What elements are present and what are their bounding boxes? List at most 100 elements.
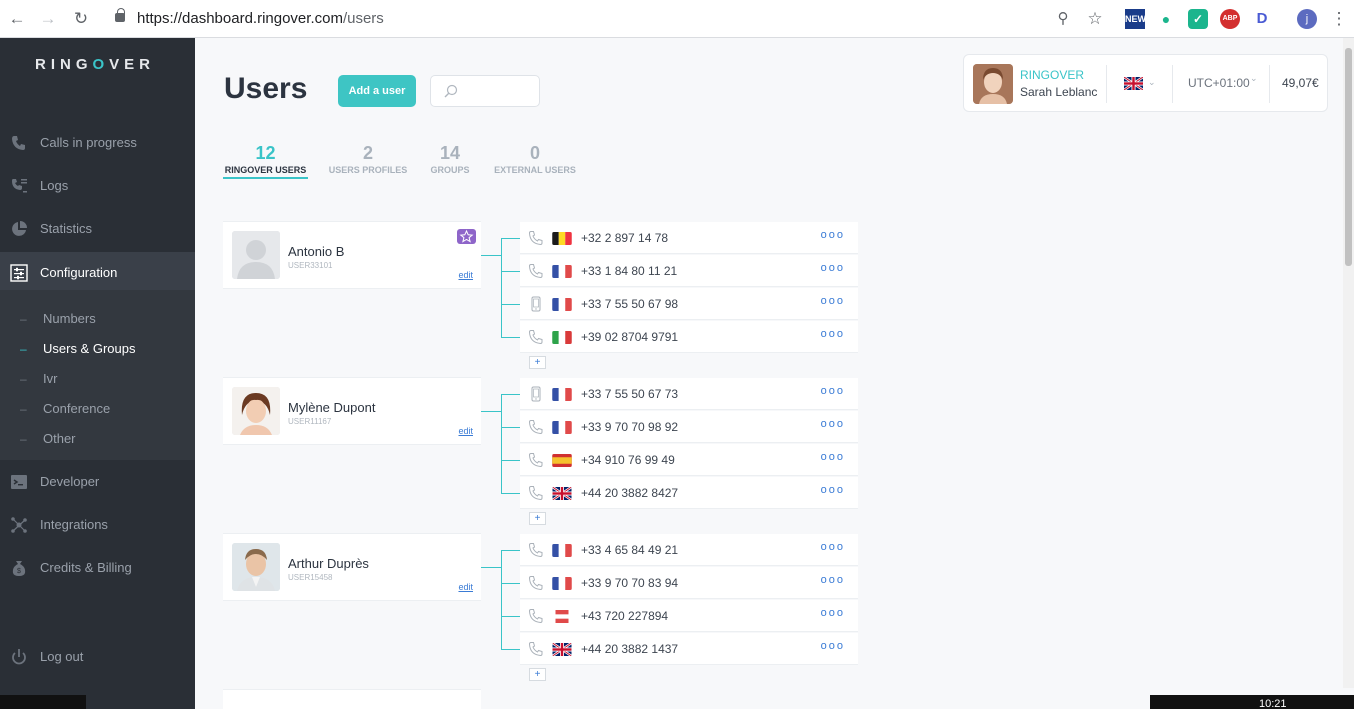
back-icon[interactable]: ← — [6, 8, 28, 30]
phone-number: +43 720 227894 — [581, 609, 669, 623]
terminal-icon — [11, 475, 27, 489]
phone-icon — [528, 329, 544, 345]
sliders-icon — [10, 264, 28, 282]
sidebar-subitem-numbers[interactable]: – Numbers — [0, 304, 195, 332]
sidebar-item-integrations[interactable]: Integrations — [0, 504, 195, 546]
pie-chart-icon — [12, 221, 27, 236]
more-options-button[interactable]: ooo — [821, 295, 845, 307]
grammarly-extension-icon[interactable]: ● — [1156, 9, 1176, 29]
flag-fr-icon — [552, 388, 572, 401]
d-extension-icon[interactable]: D — [1252, 9, 1272, 29]
news-extension-icon[interactable]: NEW — [1125, 9, 1146, 29]
sidebar-subitem-ivr[interactable]: – Ivr — [0, 364, 195, 392]
user-card[interactable] — [223, 689, 481, 709]
network-icon — [11, 517, 27, 533]
more-options-button[interactable]: ooo — [821, 607, 845, 619]
phone-number-row[interactable]: +33 7 55 50 67 73 ooo — [520, 378, 858, 410]
phone-number-row[interactable]: +44 20 3882 1437 ooo — [520, 633, 858, 665]
add-number-button[interactable]: + — [529, 668, 546, 681]
edit-user-link[interactable]: edit — [458, 582, 473, 592]
shield-extension-icon[interactable]: ✓ — [1188, 9, 1208, 29]
edit-user-link[interactable]: edit — [458, 270, 473, 280]
flag-be-icon — [552, 232, 572, 245]
mobile-phone-icon — [528, 296, 544, 312]
sidebar-subitem-users-groups[interactable]: – Users & Groups — [0, 334, 195, 362]
phone-number-row[interactable]: +33 9 70 70 83 94 ooo — [520, 567, 858, 599]
phone-number-row[interactable]: +43 720 227894 ooo — [520, 600, 858, 632]
sidebar-subitem-conference[interactable]: – Conference — [0, 394, 195, 422]
phone-number-row[interactable]: +33 4 65 84 49 21 ooo — [520, 534, 858, 566]
search-input[interactable] — [463, 84, 533, 98]
sidebar-item-credits-billing[interactable]: $ Credits & Billing — [0, 547, 195, 589]
connector-line — [501, 616, 520, 617]
more-options-button[interactable]: ooo — [821, 640, 845, 652]
tab-users-profiles[interactable]: 2 USERS PROFILES — [328, 143, 408, 175]
user-card[interactable]: Arthur Duprès USER15458 edit — [223, 533, 481, 601]
lock-icon — [115, 8, 125, 22]
url-host: https://dashboard.ringover.com — [137, 10, 343, 27]
connector-line — [501, 550, 502, 650]
phone-icon — [528, 485, 544, 501]
user-card[interactable]: Mylène Dupont USER11167 edit — [223, 377, 481, 445]
more-options-button[interactable]: ooo — [821, 229, 845, 241]
active-tab-indicator — [223, 177, 308, 179]
phone-icon — [528, 419, 544, 435]
forward-icon[interactable]: → — [37, 8, 59, 30]
phone-number-row[interactable]: +33 9 70 70 98 92 ooo — [520, 411, 858, 443]
phone-icon — [528, 230, 544, 246]
more-options-button[interactable]: ooo — [821, 385, 845, 397]
taskbar-start[interactable] — [0, 695, 86, 709]
account-name: Sarah Leblanc — [1020, 85, 1098, 99]
language-selector[interactable]: ⌄ — [1123, 75, 1158, 92]
zoom-icon[interactable]: ⚲ — [1052, 8, 1074, 30]
phone-icon — [528, 641, 544, 657]
profile-avatar-icon[interactable]: j — [1297, 9, 1317, 29]
connector-line — [501, 460, 520, 461]
more-options-button[interactable]: ooo — [821, 328, 845, 340]
scrollbar-thumb[interactable] — [1345, 48, 1352, 266]
phone-number-row[interactable]: +34 910 76 99 49 ooo — [520, 444, 858, 476]
flag-it-icon — [552, 331, 572, 344]
sidebar-subitem-other[interactable]: – Other — [0, 424, 195, 452]
adblock-extension-icon[interactable]: ABP — [1220, 9, 1240, 29]
more-options-button[interactable]: ooo — [821, 451, 845, 463]
tab-external-users[interactable]: 0 EXTERNAL USERS — [494, 143, 576, 175]
reload-icon[interactable]: ↻ — [70, 8, 92, 30]
timezone-selector[interactable]: UTC+01:00 — [1188, 76, 1250, 90]
phone-number-row[interactable]: +33 7 55 50 67 98 ooo — [520, 288, 858, 320]
ringover-logo: RINGOVER — [35, 56, 156, 73]
edit-user-link[interactable]: edit — [458, 426, 473, 436]
connector-line — [501, 304, 520, 305]
add-number-button[interactable]: + — [529, 356, 546, 369]
bookmark-star-icon[interactable]: ☆ — [1084, 8, 1106, 30]
menu-kebab-icon[interactable]: ⋮ — [1328, 8, 1350, 30]
phone-number-row[interactable]: +33 1 84 80 11 21 ooo — [520, 255, 858, 287]
sidebar-item-developer[interactable]: Developer — [0, 461, 195, 503]
more-options-button[interactable]: ooo — [821, 574, 845, 586]
phone-number-row[interactable]: +32 2 897 14 78 ooo — [520, 222, 858, 254]
more-options-button[interactable]: ooo — [821, 484, 845, 496]
account-company: RINGOVER — [1020, 68, 1085, 82]
more-options-button[interactable]: ooo — [821, 541, 845, 553]
phone-number-row[interactable]: +39 02 8704 9791 ooo — [520, 321, 858, 353]
more-options-button[interactable]: ooo — [821, 262, 845, 274]
connector-line — [481, 255, 502, 256]
tab-groups[interactable]: 14 GROUPS — [428, 143, 472, 175]
more-options-button[interactable]: ooo — [821, 418, 845, 430]
phone-number-row[interactable]: +44 20 3882 8427 ooo — [520, 477, 858, 509]
tab-ringover-users[interactable]: 12 RINGOVER USERS — [223, 143, 308, 175]
logout-button[interactable]: Log out — [0, 636, 195, 678]
account-avatar[interactable] — [973, 64, 1013, 104]
add-user-button[interactable]: Add a user — [338, 75, 416, 107]
search-field[interactable] — [430, 75, 540, 107]
address-bar[interactable]: https://dashboard.ringover.com/users — [137, 10, 384, 27]
sidebar-item-logs[interactable]: Logs — [0, 165, 195, 207]
sidebar-item-statistics[interactable]: Statistics — [0, 208, 195, 250]
taskbar-clock: 10:21 — [1259, 698, 1287, 709]
user-card[interactable]: Antonio B USER33101 edit — [223, 221, 481, 289]
user-avatar — [232, 387, 280, 435]
phone-number: +44 20 3882 1437 — [581, 642, 679, 656]
sidebar-item-calls-in-progress[interactable]: Calls in progress — [0, 122, 195, 164]
add-number-button[interactable]: + — [529, 512, 546, 525]
sidebar-item-configuration[interactable]: Configuration — [0, 252, 195, 294]
